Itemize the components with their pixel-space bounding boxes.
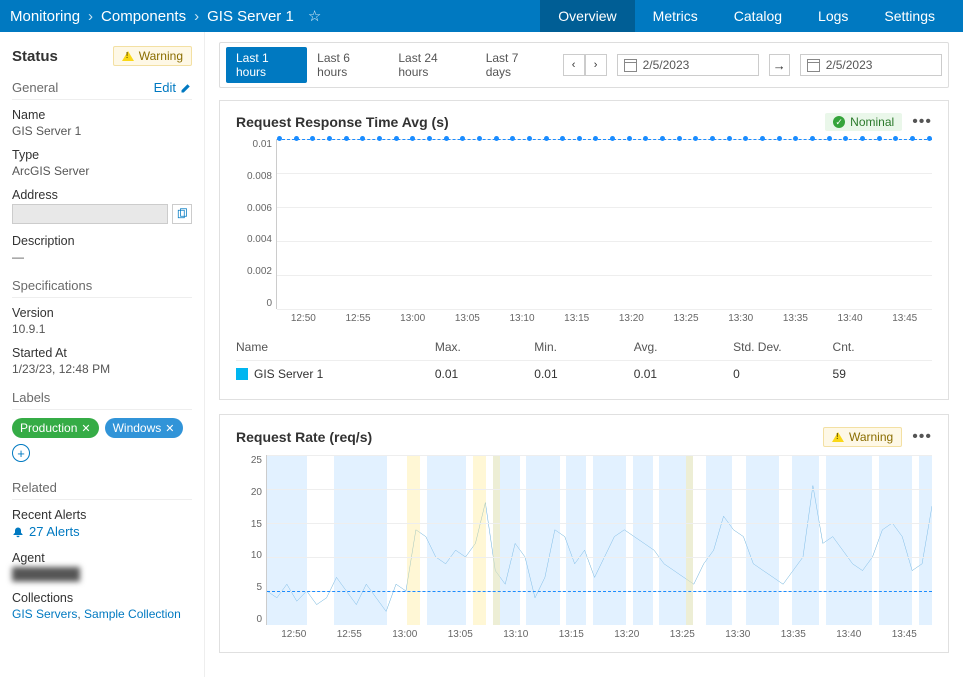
plot-area[interactable] bbox=[266, 455, 932, 625]
app-header: Monitoring › Components › GIS Server 1 ☆… bbox=[0, 0, 963, 32]
time-range-tab[interactable]: Last 24 hours bbox=[388, 47, 475, 83]
series-color-icon bbox=[236, 368, 248, 380]
nav-logs[interactable]: Logs bbox=[800, 0, 866, 32]
status-badge: ✓Nominal bbox=[825, 113, 902, 131]
breadcrumb-item[interactable]: GIS Server 1 bbox=[207, 8, 294, 25]
nav-settings[interactable]: Settings bbox=[866, 0, 953, 32]
time-range-tab[interactable]: Last 6 hours bbox=[307, 47, 388, 83]
address-input[interactable] bbox=[12, 204, 168, 224]
breadcrumb-item[interactable]: Monitoring bbox=[10, 8, 80, 25]
copy-icon bbox=[176, 208, 188, 220]
x-axis: 12:5012:5513:0013:0513:1013:1513:2013:25… bbox=[276, 313, 932, 324]
nav-metrics[interactable]: Metrics bbox=[635, 0, 716, 32]
name-label: Name bbox=[12, 108, 192, 122]
star-icon[interactable]: ☆ bbox=[308, 7, 321, 25]
main-content: Last 1 hoursLast 6 hoursLast 24 hoursLas… bbox=[205, 32, 963, 677]
section-title: Specifications bbox=[12, 278, 92, 293]
date-range-arrow[interactable]: → bbox=[769, 54, 790, 76]
time-range-tab[interactable]: Last 1 hours bbox=[226, 47, 307, 83]
status-badge: Warning bbox=[113, 46, 192, 66]
section-title: Labels bbox=[12, 390, 50, 405]
bell-icon bbox=[12, 526, 24, 538]
col-header: Name bbox=[236, 340, 435, 354]
status-heading: Status bbox=[12, 48, 58, 65]
label-chip[interactable]: Windows✕ bbox=[105, 418, 183, 438]
description-value: — bbox=[12, 250, 192, 264]
remove-chip-icon[interactable]: ✕ bbox=[165, 422, 174, 435]
pencil-icon bbox=[180, 82, 192, 94]
started-value: 1/23/23, 12:48 PM bbox=[12, 362, 192, 376]
version-label: Version bbox=[12, 306, 192, 320]
chart-plot: 0.010.0080.0060.0040.0020 bbox=[236, 139, 932, 309]
calendar-icon bbox=[807, 59, 820, 72]
main-nav: OverviewMetricsCatalogLogsSettings bbox=[540, 0, 953, 32]
more-button[interactable]: ••• bbox=[912, 428, 932, 446]
stats-table: Name Max. Min. Avg. Std. Dev. Cnt. GIS S… bbox=[236, 334, 932, 387]
remove-chip-icon[interactable]: ✕ bbox=[81, 422, 90, 435]
date-from-input[interactable]: 2/5/2023 bbox=[617, 54, 759, 76]
next-button[interactable]: › bbox=[585, 54, 607, 76]
breadcrumb: Monitoring › Components › GIS Server 1 ☆ bbox=[10, 7, 321, 25]
warning-icon bbox=[832, 432, 844, 442]
label-chip[interactable]: Production✕ bbox=[12, 418, 99, 438]
type-value: ArcGIS Server bbox=[12, 164, 192, 178]
warning-icon bbox=[122, 51, 134, 61]
section-title: General bbox=[12, 80, 58, 95]
calendar-icon bbox=[624, 59, 637, 72]
sidebar: Status Warning General Edit Name GIS Serv… bbox=[0, 32, 205, 677]
alerts-link[interactable]: 27 Alerts bbox=[12, 524, 80, 539]
chevron-right-icon: › bbox=[88, 8, 93, 25]
chart-plot: 2520151050 bbox=[236, 455, 932, 625]
col-header: Max. bbox=[435, 340, 534, 354]
chevron-right-icon: › bbox=[194, 8, 199, 25]
y-axis: 0.010.0080.0060.0040.0020 bbox=[236, 139, 276, 309]
agent-value[interactable]: ████████ bbox=[12, 567, 192, 581]
chart-card-request-rate: Request Rate (req/s) Warning ••• 2520151… bbox=[219, 414, 949, 653]
copy-button[interactable] bbox=[172, 204, 192, 224]
breadcrumb-item[interactable]: Components bbox=[101, 8, 186, 25]
started-label: Started At bbox=[12, 346, 192, 360]
add-label-button[interactable]: + bbox=[12, 444, 30, 462]
description-label: Description bbox=[12, 234, 192, 248]
prev-button[interactable]: ‹ bbox=[563, 54, 585, 76]
edit-button[interactable]: Edit bbox=[154, 80, 192, 95]
nav-catalog[interactable]: Catalog bbox=[716, 0, 800, 32]
alerts-label: Recent Alerts bbox=[12, 508, 192, 522]
time-range-tabs: Last 1 hoursLast 6 hoursLast 24 hoursLas… bbox=[226, 47, 553, 83]
time-toolbar: Last 1 hoursLast 6 hoursLast 24 hoursLas… bbox=[219, 42, 949, 88]
y-axis: 2520151050 bbox=[236, 455, 266, 625]
col-header: Std. Dev. bbox=[733, 340, 832, 354]
more-button[interactable]: ••• bbox=[912, 113, 932, 131]
date-to-input[interactable]: 2/5/2023 bbox=[800, 54, 942, 76]
version-value: 10.9.1 bbox=[12, 322, 192, 336]
status-badge: Warning bbox=[823, 427, 902, 447]
x-axis: 12:5012:5513:0013:0513:1013:1513:2013:25… bbox=[266, 629, 932, 640]
type-label: Type bbox=[12, 148, 192, 162]
name-value: GIS Server 1 bbox=[12, 124, 192, 138]
collection-link[interactable]: Sample Collection bbox=[84, 607, 181, 621]
col-header: Avg. bbox=[634, 340, 733, 354]
agent-label: Agent bbox=[12, 551, 192, 565]
col-header: Min. bbox=[534, 340, 633, 354]
chart-card-response-time: Request Response Time Avg (s) ✓Nominal •… bbox=[219, 100, 949, 400]
col-header: Cnt. bbox=[833, 340, 932, 354]
check-icon: ✓ bbox=[833, 116, 845, 128]
chart-title: Request Response Time Avg (s) bbox=[236, 114, 449, 130]
nav-overview[interactable]: Overview bbox=[540, 0, 634, 32]
table-row: GIS Server 1 0.01 0.01 0.01 0 59 bbox=[236, 361, 932, 387]
plot-area[interactable] bbox=[276, 139, 932, 309]
address-label: Address bbox=[12, 188, 192, 202]
time-range-tab[interactable]: Last 7 days bbox=[476, 47, 553, 83]
chart-title: Request Rate (req/s) bbox=[236, 429, 372, 445]
section-title: Related bbox=[12, 480, 57, 495]
collection-link[interactable]: GIS Servers bbox=[12, 607, 77, 621]
